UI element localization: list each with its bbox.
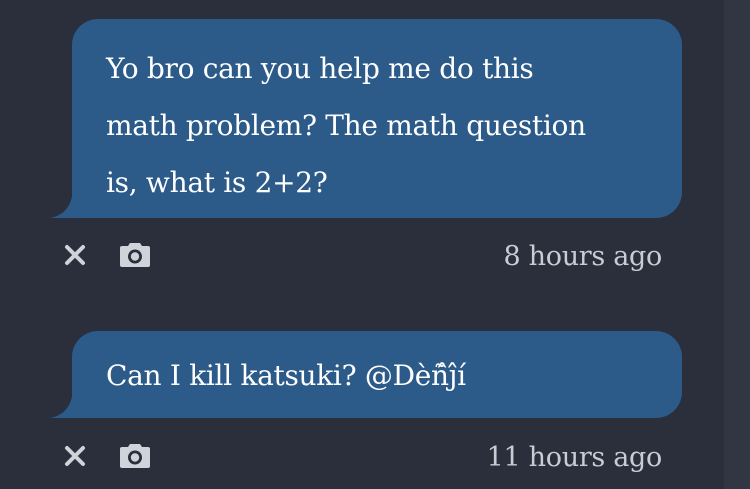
message-timestamp: 11 hours ago bbox=[486, 442, 663, 473]
message-text: Yo bro can you help me do this math prob… bbox=[72, 19, 682, 218]
message-actions bbox=[58, 441, 152, 471]
message-bubble: Can I kill katsuki? @Dèñ̂ĵí bbox=[50, 331, 682, 418]
message-line: math problem? The math question bbox=[106, 109, 586, 142]
message-text: Can I kill katsuki? @Dèñ̂ĵí bbox=[72, 331, 682, 418]
close-icon[interactable] bbox=[58, 240, 92, 270]
close-icon[interactable] bbox=[58, 441, 92, 471]
scroll-gutter bbox=[724, 0, 750, 489]
message-timestamp: 8 hours ago bbox=[503, 241, 663, 272]
message-line: Yo bro can you help me do this bbox=[106, 52, 534, 85]
camera-icon[interactable] bbox=[118, 441, 152, 471]
message-bubble: Yo bro can you help me do this math prob… bbox=[50, 19, 682, 218]
camera-icon[interactable] bbox=[118, 240, 152, 270]
message-line: is, what is 2+2? bbox=[106, 166, 328, 199]
message-line: Can I kill katsuki? @Dèñ̂ĵí bbox=[106, 359, 466, 392]
message-actions bbox=[58, 240, 152, 270]
